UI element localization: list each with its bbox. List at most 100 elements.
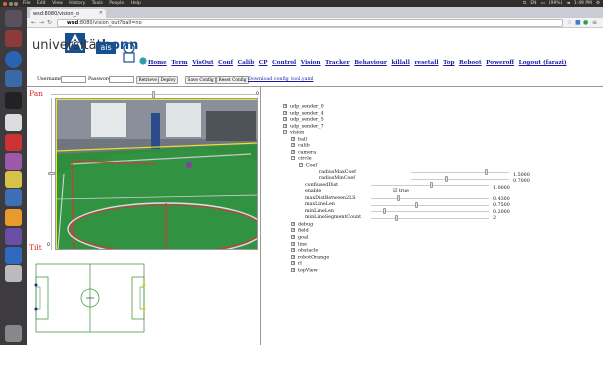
tree-node[interactable]: + ball [291,136,307,142]
save-config-button[interactable]: Save Config [185,75,217,84]
expand-icon[interactable]: + [283,117,287,122]
app-violet-icon[interactable] [5,228,22,245]
deploy-button[interactable]: Deploy [158,75,179,84]
nav-conf[interactable]: Conf [218,60,233,66]
param-slider[interactable] [371,211,489,213]
expand-icon[interactable]: + [291,221,295,226]
param-slider[interactable] [371,198,489,200]
expand-icon[interactable]: + [283,123,287,128]
expand-icon[interactable]: + [291,241,295,246]
param-slider-handle[interactable] [396,195,400,202]
tree-node[interactable]: + udp_sender_0 [283,104,324,110]
app-purple-icon[interactable] [5,153,22,170]
param-slider-handle[interactable] [484,169,488,175]
tilt-slider-handle[interactable] [48,172,55,175]
menu-history[interactable]: History [69,1,85,6]
app-red-icon[interactable] [5,134,22,151]
minimize-window-icon[interactable] [8,1,13,6]
chrome-icon[interactable] [5,209,22,226]
expand-icon[interactable]: + [291,136,295,141]
nav-calib[interactable]: Calib [238,60,255,66]
trash-icon[interactable] [5,325,22,342]
nav-killall[interactable]: killall [391,60,409,66]
param-slider[interactable] [371,204,489,206]
menu-help[interactable]: Help [131,1,141,6]
volume-icon[interactable]: ◄ [566,1,569,6]
expand-icon[interactable]: + [291,248,295,253]
app-launcher-icon[interactable] [5,30,22,47]
collapse-icon[interactable]: − [291,156,295,161]
expand-icon[interactable]: + [283,110,287,115]
chromium-icon[interactable] [5,70,22,87]
browser-tab[interactable]: wsd:8080/vision_o ✕ [30,9,106,18]
vscode-icon[interactable] [5,247,22,264]
param-slider[interactable] [371,217,489,219]
expand-icon[interactable]: + [283,104,287,108]
tree-node[interactable]: + debug [291,221,313,227]
tree-node[interactable]: − Coef [299,162,317,168]
param-slider-handle[interactable] [430,182,433,189]
param-slider-handle[interactable] [445,175,449,182]
terminal-icon[interactable] [5,92,22,109]
tree-node[interactable]: + udp_sender_4 [283,110,324,116]
tree-node[interactable]: + udp_sender_7 [283,123,324,129]
bookmark-star-icon[interactable]: ☆ [567,19,572,26]
expand-icon[interactable]: + [291,261,295,266]
menu-view[interactable]: View [52,1,63,6]
nav-tracker[interactable]: Tracker [325,60,350,66]
extension-green-icon[interactable]: ● [583,19,588,26]
drive-icon[interactable] [5,265,22,282]
settings-gear-icon[interactable]: ⚙ [596,1,600,6]
app-yellow-icon[interactable] [5,171,22,188]
reload-icon[interactable]: ↻ [47,19,52,26]
nav-resetall[interactable]: resetall [414,60,438,66]
expand-icon[interactable]: + [291,228,295,233]
param-slider[interactable] [411,178,509,180]
tree-node[interactable]: + field [291,228,309,234]
nav-visout[interactable]: VisOut [192,60,213,66]
text-editor-icon[interactable] [5,114,22,131]
reset-config-button[interactable]: Reset Config [216,75,249,84]
menu-file[interactable]: File [23,1,31,6]
tree-node[interactable]: + line [291,241,307,247]
tree-node[interactable]: + udp_sender_5 [283,117,324,123]
forward-icon[interactable]: → [39,19,44,26]
tree-node[interactable]: + camera [291,149,316,155]
nav-poweroff[interactable]: Poweroff [486,60,514,66]
tree-node[interactable]: − vision [283,130,304,136]
tilt-slider[interactable] [48,98,55,250]
nav-top[interactable]: Top [443,60,454,66]
network-icon[interactable]: ⇅ [523,1,527,6]
param-slider-handle[interactable] [382,208,386,215]
workspaces-icon[interactable] [5,189,22,206]
close-window-icon[interactable] [3,1,7,6]
collapse-icon[interactable]: − [299,162,303,167]
keyboard-lang-indicator[interactable]: EN [530,1,536,6]
retrieve-button[interactable]: Retrieve [136,75,160,84]
nav-reboot[interactable]: Reboot [459,60,482,66]
menu-icon[interactable]: ≡ [592,19,597,26]
nav-control[interactable]: Control [272,60,296,66]
expand-icon[interactable]: + [291,235,295,239]
collapse-icon[interactable]: − [283,130,287,135]
nav-home[interactable]: Home [148,60,167,66]
tree-node[interactable]: + obstacle [291,248,318,254]
tree-node[interactable]: + robotOrange [291,254,329,260]
expand-icon[interactable]: + [291,254,295,259]
expand-icon[interactable]: + [291,267,295,272]
pan-slider-handle[interactable] [151,91,155,98]
menu-people[interactable]: People [109,1,124,6]
tree-node[interactable]: + calib [291,143,310,149]
nav-logout[interactable]: Logout (farazi) [519,60,567,66]
clock[interactable]: 1:49 PM [574,1,592,6]
username-input[interactable] [61,76,86,83]
menu-edit[interactable]: Edit [37,1,46,6]
pan-slider[interactable] [51,91,256,98]
nav-vision[interactable]: Vision [301,60,321,66]
close-tab-icon[interactable]: ✕ [99,10,103,16]
dash-icon[interactable] [5,10,22,27]
tree-node[interactable]: + goal [291,235,308,241]
expand-icon[interactable]: + [291,149,295,154]
firefox-icon[interactable] [5,51,22,68]
tree-node[interactable]: + rl [291,261,302,267]
